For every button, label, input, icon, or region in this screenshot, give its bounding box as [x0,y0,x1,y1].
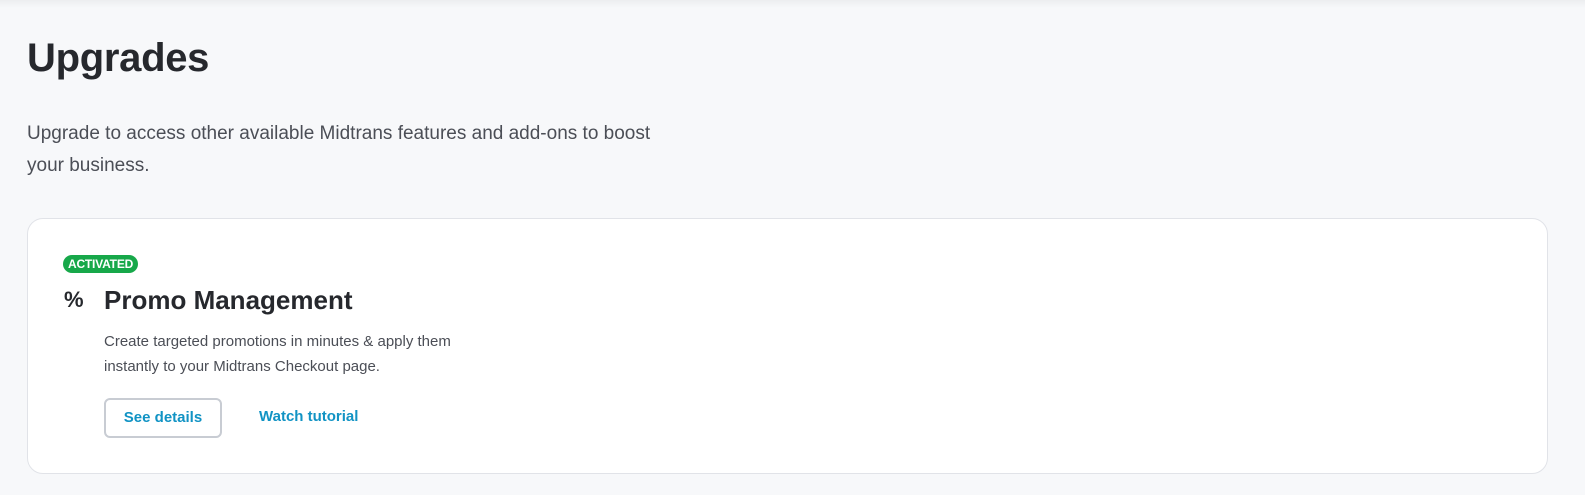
feature-card-promo-management: ACTIVATED % Promo Management Create targ… [27,218,1548,474]
see-details-button[interactable]: See details [104,398,222,438]
feature-title: Promo Management [104,285,353,315]
page-title: Upgrades [27,36,210,80]
upgrades-page: Upgrades Upgrade to access other availab… [0,0,1585,495]
watch-tutorial-link[interactable]: Watch tutorial [259,408,358,425]
percent-icon: % [64,287,84,312]
status-badge: ACTIVATED [63,255,139,273]
header-shadow [0,0,1585,8]
feature-description: Create targeted promotions in minutes & … [104,333,451,375]
page-description: Upgrade to access other available Midtra… [27,123,651,176]
